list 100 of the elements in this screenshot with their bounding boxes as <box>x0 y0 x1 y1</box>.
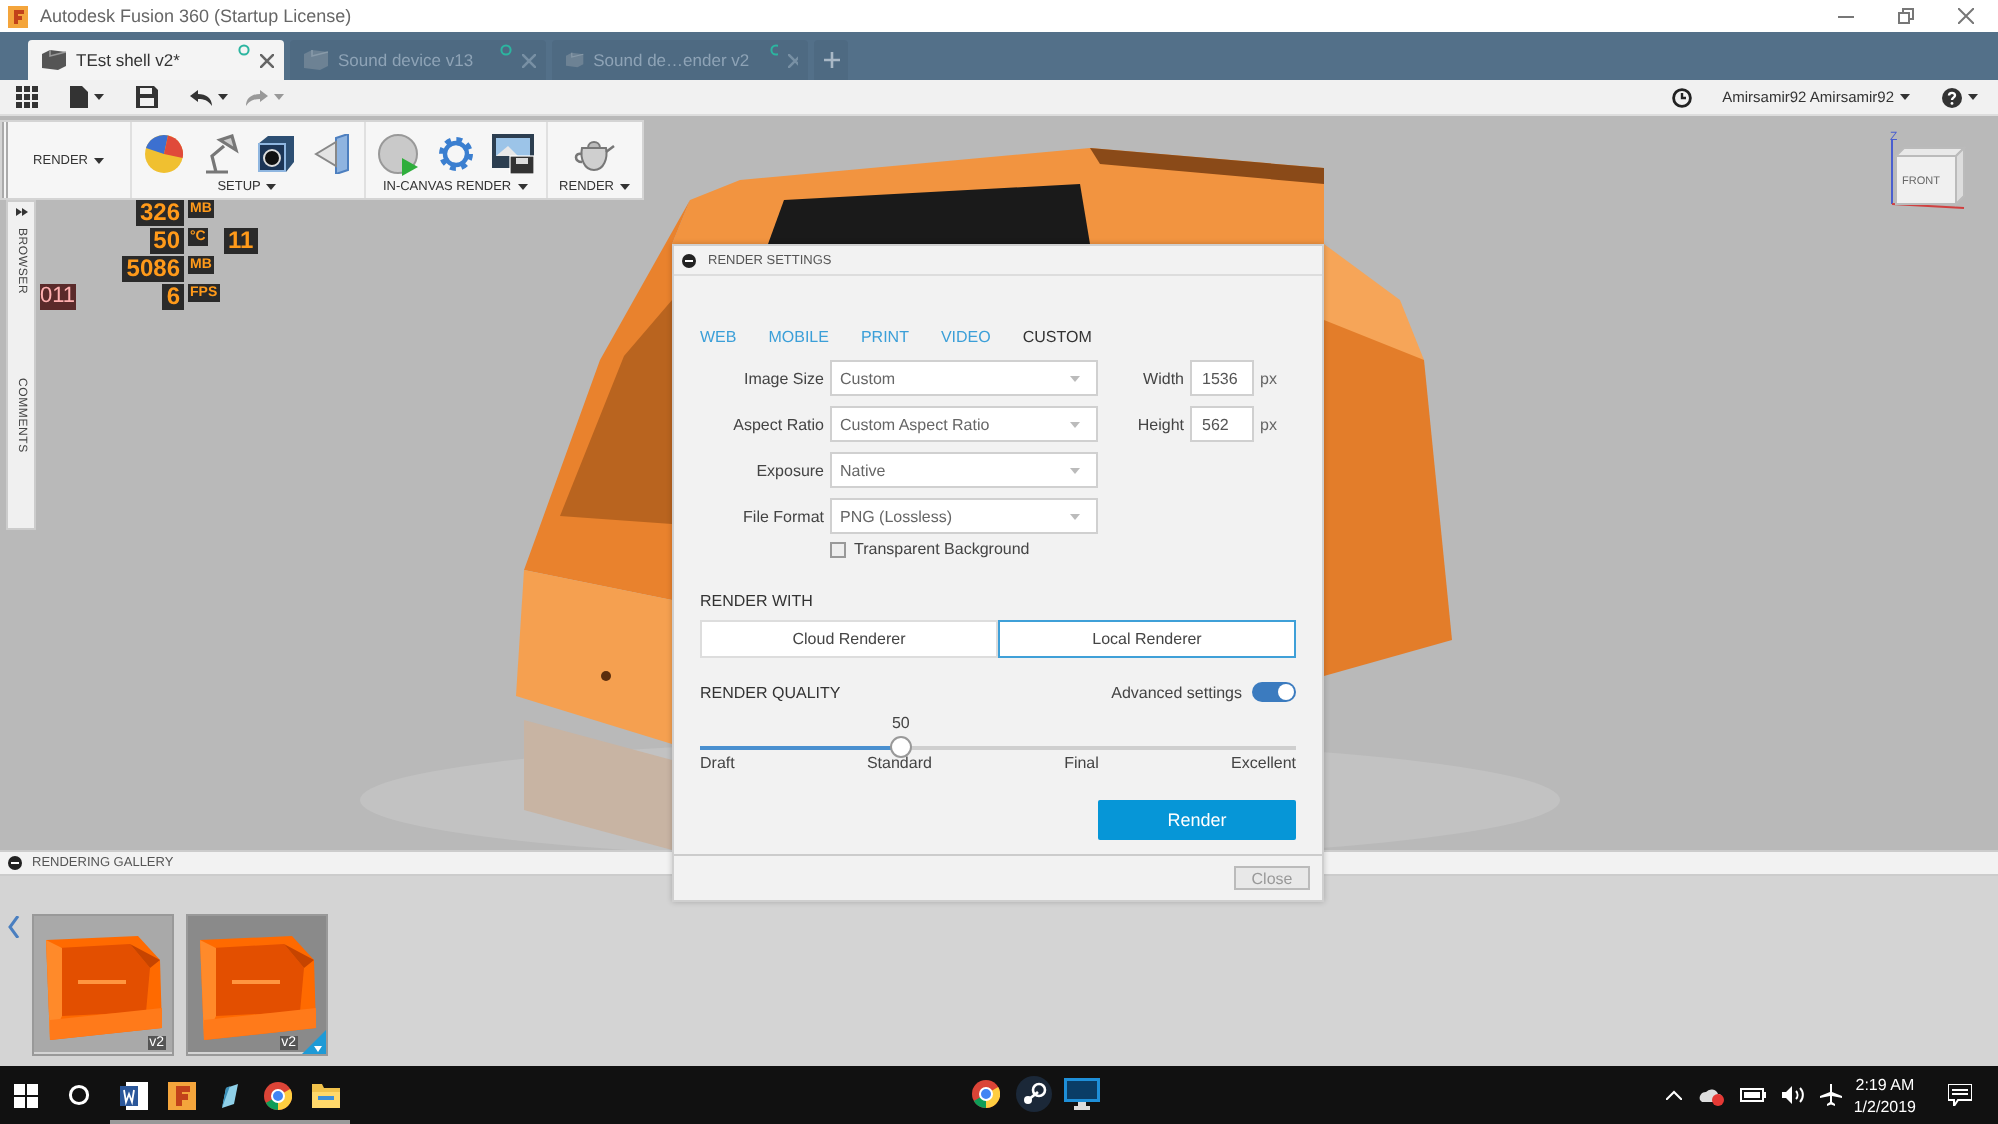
cube-icon[interactable] <box>255 134 296 174</box>
browser-app-icon[interactable] <box>264 1081 292 1109</box>
save-icon[interactable] <box>136 86 158 108</box>
dropdown[interactable]: Custom Aspect Ratio <box>830 406 1098 442</box>
overlay-value: 6 <box>162 284 184 310</box>
browser-app-icon[interactable] <box>972 1079 1000 1107</box>
overlay-value: 11 <box>224 228 258 254</box>
renderer-option[interactable]: Local Renderer <box>998 620 1296 658</box>
status-icon <box>500 44 512 56</box>
teapot-icon[interactable] <box>572 136 617 172</box>
diamond-corner-icon <box>302 1030 326 1054</box>
field-label: Width <box>1141 369 1184 387</box>
help-icon <box>1942 87 1962 107</box>
cloud-error-icon[interactable] <box>1697 1085 1724 1105</box>
close-icon[interactable] <box>260 53 274 67</box>
overlay-value: 326 <box>135 200 184 226</box>
caret-icon <box>1968 94 1978 100</box>
field-label: Aspect Ratio <box>731 415 824 433</box>
restore-icon[interactable] <box>1898 8 1914 24</box>
document-icon <box>42 50 66 70</box>
section-heading: RENDER QUALITY <box>700 683 841 701</box>
caret-icon <box>1070 375 1080 381</box>
overlay-label: 011 <box>40 284 76 310</box>
checkbox-label: Transparent Background <box>854 540 1030 558</box>
clock-date: 1/2/2019 <box>1853 1095 1916 1117</box>
field-label: Image Size <box>741 369 824 387</box>
caret-icon <box>94 157 104 163</box>
clock-time: 2:19 AM <box>1855 1073 1915 1095</box>
steam-app-icon[interactable] <box>1016 1075 1052 1111</box>
start-icon[interactable] <box>14 1083 38 1107</box>
undo-icon <box>190 89 212 105</box>
caret-icon <box>1070 421 1080 427</box>
prism-icon[interactable] <box>311 134 352 174</box>
collapse-icon[interactable] <box>8 856 22 870</box>
field-label: File Format <box>741 507 824 525</box>
minimize-icon[interactable] <box>1838 15 1854 17</box>
status-icon <box>238 44 250 56</box>
tick-label: Final <box>1064 754 1099 772</box>
document-icon <box>566 50 584 70</box>
field-label: Height <box>1135 415 1184 433</box>
settings-icon[interactable] <box>435 134 476 174</box>
clock-icon[interactable] <box>1672 87 1693 107</box>
volume-icon[interactable] <box>1781 1086 1804 1104</box>
field-label: Exposure <box>754 461 824 479</box>
slider-value: 50 <box>891 714 910 732</box>
close-icon[interactable] <box>1958 8 1974 24</box>
undo-button[interactable] <box>190 89 228 105</box>
caret-icon <box>274 94 284 100</box>
toggle-switch[interactable] <box>1252 682 1296 702</box>
file-menu-button[interactable] <box>70 86 104 108</box>
document-tab[interactable]: TEst shell v2* <box>28 40 284 80</box>
clock-button[interactable]: 2:19 AM 1/2/2019 <box>1853 1073 1916 1117</box>
caret-icon <box>620 184 630 190</box>
chevron-up-icon[interactable] <box>1665 1090 1682 1100</box>
monitor-app-icon[interactable] <box>1064 1077 1100 1109</box>
document-icon <box>304 50 328 70</box>
caret-icon <box>266 184 277 190</box>
status-icon <box>769 44 778 56</box>
document-app-icon[interactable] <box>120 1081 148 1109</box>
tick-label: Standard <box>866 754 932 772</box>
window-title: Autodesk Fusion 360 (Startup License) <box>40 6 352 26</box>
caret-icon <box>1070 467 1080 473</box>
input-field[interactable]: 1536 <box>1190 360 1254 396</box>
color-ball-icon[interactable] <box>143 134 184 174</box>
app-logo-icon <box>8 5 28 27</box>
dropdown[interactable]: Custom <box>830 360 1098 396</box>
tick-label: Draft <box>700 754 735 772</box>
redo-icon <box>246 89 268 105</box>
save-image-icon[interactable] <box>491 134 534 174</box>
dropdown[interactable]: PNG (Lossless) <box>830 498 1098 534</box>
search-icon[interactable] <box>68 1084 90 1106</box>
pen-app-icon[interactable] <box>216 1081 244 1109</box>
caret-icon <box>94 94 104 100</box>
caret-icon <box>1070 513 1080 519</box>
checkbox[interactable] <box>830 541 846 557</box>
airplane-icon[interactable] <box>1819 1084 1842 1106</box>
battery-icon[interactable] <box>1739 1088 1766 1102</box>
overlay-value: 50 <box>149 228 184 254</box>
caret-icon <box>517 184 528 190</box>
unit-label: px <box>1260 415 1279 433</box>
fusion-app-icon[interactable] <box>168 1081 196 1109</box>
renderer-option[interactable]: Cloud Renderer <box>700 620 998 658</box>
expand-icon[interactable] <box>15 208 27 216</box>
file-icon <box>70 86 88 108</box>
help-button[interactable] <box>1942 87 1978 107</box>
notification-icon[interactable] <box>1948 1084 1972 1106</box>
apps-grid-icon[interactable] <box>16 86 38 108</box>
folder-app-icon[interactable] <box>312 1083 340 1107</box>
play-sphere-icon[interactable] <box>377 133 420 175</box>
input-field[interactable]: 562 <box>1190 406 1254 442</box>
preset-tab[interactable]: CUSTOM <box>1022 328 1092 346</box>
dropdown[interactable]: Native <box>830 452 1098 488</box>
plus-icon <box>823 52 839 68</box>
overlay-value: 5086 <box>122 256 184 282</box>
collapse-icon[interactable] <box>682 253 696 267</box>
tick-label: Excellent <box>1231 754 1296 772</box>
toggle-label: Advanced settings <box>1111 683 1242 701</box>
caret-icon <box>218 94 228 100</box>
new-tab-button[interactable] <box>814 40 848 80</box>
slider-thumb[interactable] <box>889 736 912 758</box>
